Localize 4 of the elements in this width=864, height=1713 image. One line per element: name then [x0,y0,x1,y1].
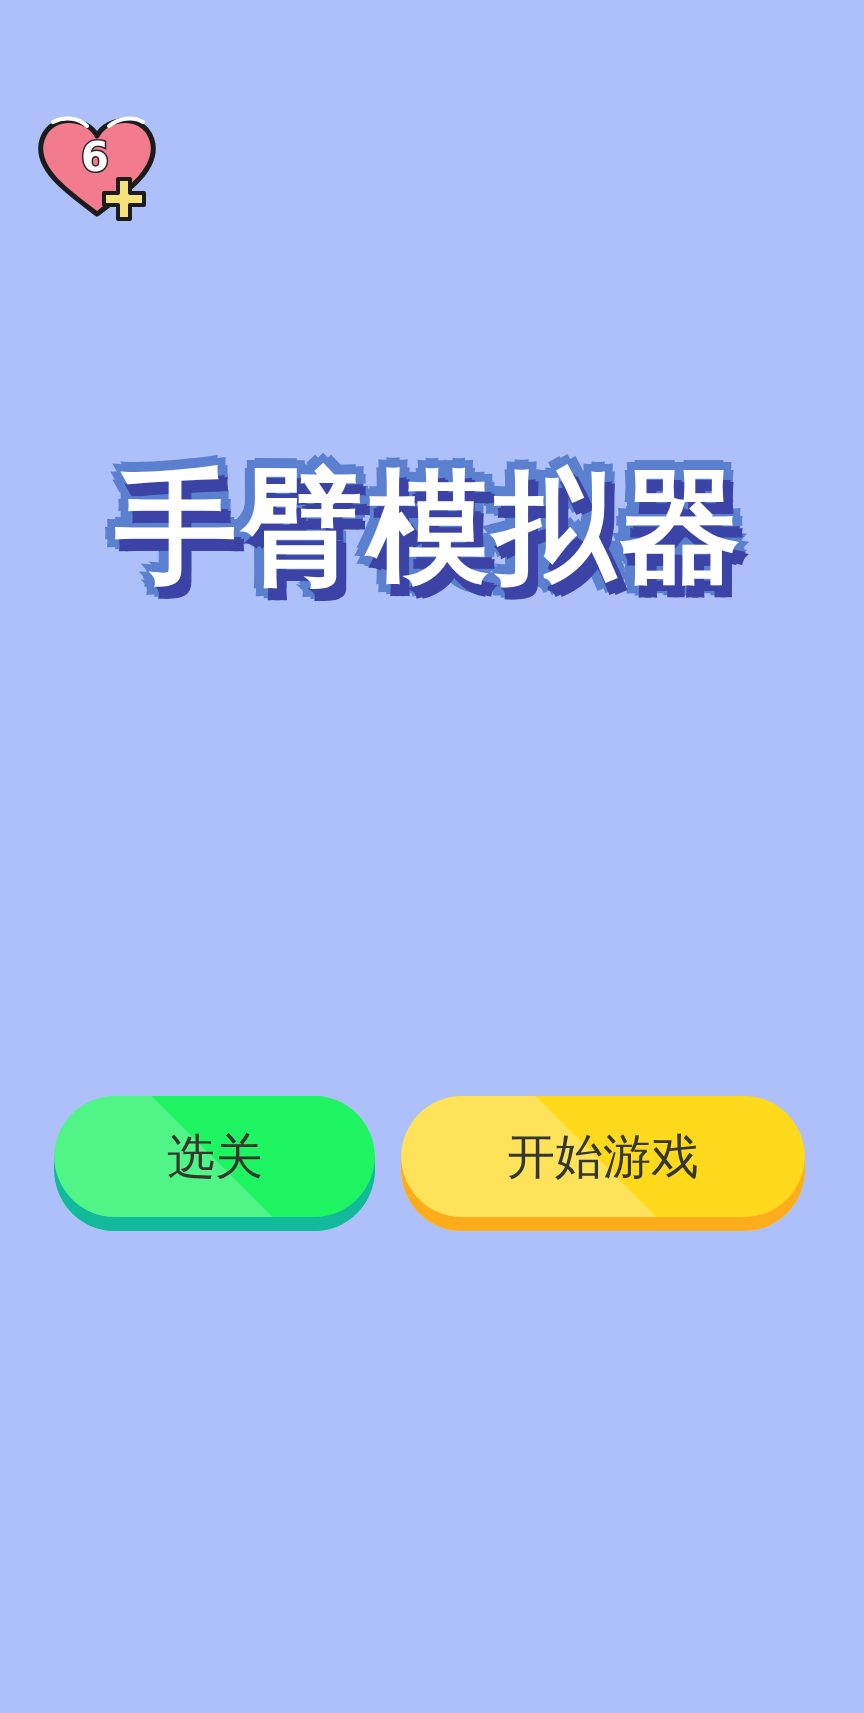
level-select-button[interactable]: 选关 [54,1096,375,1232]
plus-icon[interactable] [101,176,147,222]
start-game-button[interactable]: 开始游戏 [401,1096,805,1232]
lives-count: 6 [80,136,110,178]
